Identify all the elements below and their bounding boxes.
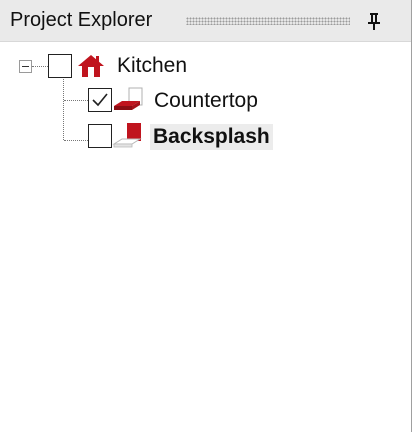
tree-connector-root xyxy=(32,66,48,67)
tree-node-label-kitchen[interactable]: Kitchen xyxy=(114,53,190,79)
checkbox-kitchen[interactable] xyxy=(48,54,72,78)
tree-connector-child-1 xyxy=(64,100,88,101)
panel-title: Project Explorer xyxy=(10,9,153,31)
pin-button[interactable] xyxy=(359,7,389,35)
tree-connector-child-2 xyxy=(64,140,88,141)
collapse-toggle-kitchen[interactable] xyxy=(19,60,32,73)
checkbox-countertop[interactable] xyxy=(88,88,112,112)
tree-node-label-backsplash[interactable]: Backsplash xyxy=(150,124,273,150)
tree-node-label-countertop[interactable]: Countertop xyxy=(151,88,261,114)
tree-connector-vertical xyxy=(63,76,64,140)
project-explorer-panel: Project Explorer Kitchen Countertop Back… xyxy=(0,0,412,432)
backsplash-icon xyxy=(112,123,142,148)
checkbox-backsplash[interactable] xyxy=(88,124,112,148)
check-mark-icon xyxy=(92,93,108,107)
panel-title-bar[interactable]: Project Explorer xyxy=(0,0,411,42)
house-icon xyxy=(78,55,104,77)
countertop-icon xyxy=(114,87,143,110)
title-bar-grip xyxy=(186,17,350,25)
pin-icon xyxy=(368,13,380,30)
